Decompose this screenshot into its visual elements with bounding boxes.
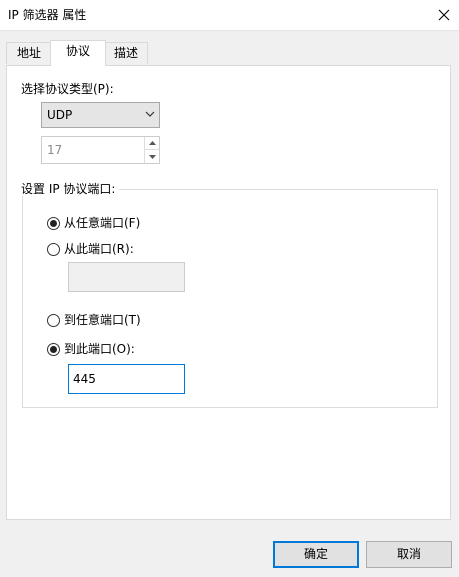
to-this-port-radio[interactable]: 到此端口(O): [47, 341, 135, 357]
radio-checked-icon [47, 342, 60, 356]
protocol-tab-panel: 选择协议类型(P): UDP 17 设置 IP 协议端口: 从任意端口(F) 从… [6, 65, 451, 520]
to-any-port-radio[interactable]: 到任意端口(T) [47, 312, 141, 328]
ok-button[interactable]: 确定 [273, 541, 359, 568]
window-title: IP 筛选器 属性 [8, 8, 87, 22]
stepper-down-button[interactable] [145, 150, 159, 163]
stepper-up-button[interactable] [145, 137, 159, 150]
to-port-input[interactable]: 445 [68, 364, 185, 394]
tab-description[interactable]: 描述 [104, 42, 148, 64]
from-this-port-radio[interactable]: 从此端口(R): [47, 241, 134, 257]
close-icon [438, 9, 450, 21]
chevron-down-icon [145, 111, 155, 117]
protocol-number-value: 17 [47, 143, 63, 157]
cancel-button[interactable]: 取消 [366, 541, 452, 568]
title-bar: IP 筛选器 属性 [0, 0, 459, 31]
tab-address[interactable]: 地址 [6, 42, 52, 64]
to-this-port-label: 到此端口(O): [64, 342, 135, 356]
radio-unchecked-icon [47, 313, 60, 327]
port-group-label: 设置 IP 协议端口: [17, 182, 120, 196]
protocol-type-label: 选择协议类型(P): [21, 82, 114, 96]
radio-checked-icon [47, 216, 60, 230]
from-any-port-radio[interactable]: 从任意端口(F) [47, 215, 140, 231]
radio-unchecked-icon [47, 242, 60, 256]
protocol-type-select[interactable]: UDP [41, 102, 160, 128]
from-any-port-label: 从任意端口(F) [64, 216, 141, 230]
protocol-type-value: UDP [47, 108, 73, 122]
from-port-input[interactable] [68, 262, 185, 292]
stepper-buttons [144, 137, 159, 163]
caret-down-icon [148, 154, 156, 159]
to-port-value: 445 [73, 372, 96, 386]
caret-up-icon [148, 141, 156, 145]
from-this-port-label: 从此端口(R): [64, 242, 134, 256]
tab-protocol[interactable]: 协议 [50, 40, 106, 66]
to-any-port-label: 到任意端口(T) [64, 313, 141, 327]
protocol-number-stepper[interactable]: 17 [41, 136, 160, 164]
close-button[interactable] [429, 0, 459, 30]
